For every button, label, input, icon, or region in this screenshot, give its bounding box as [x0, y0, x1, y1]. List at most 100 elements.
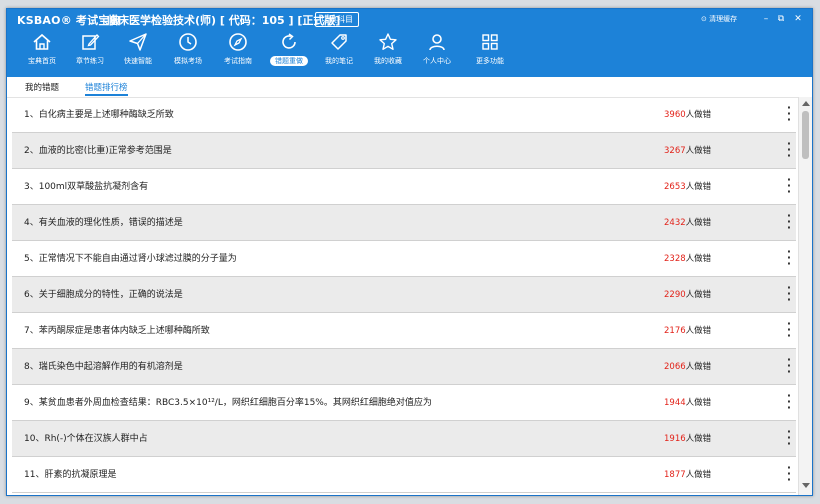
wrong-count: 2328人做错: [664, 252, 711, 264]
wrong-count-number: 2290: [664, 290, 686, 300]
wrong-count: 1916人做错: [664, 432, 711, 444]
more-options-icon[interactable]: · · ·: [786, 282, 792, 305]
more-options-icon[interactable]: · · ·: [786, 354, 792, 377]
question-row[interactable]: 9、某贫血患者外周血检查结果：RBC3.5×10¹²/L，网织红细胞百分率15%…: [12, 385, 796, 421]
more-options-icon[interactable]: · · ·: [786, 390, 792, 413]
more-options-icon[interactable]: · · ·: [786, 462, 792, 485]
refresh-icon: [282, 33, 296, 49]
question-row[interactable]: 4、有关血液的理化性质，错误的描述是 2432人做错 · · ·: [12, 205, 796, 241]
tab-my-wrong[interactable]: 我的错题: [25, 81, 59, 97]
wrong-count: 2653人做错: [664, 180, 711, 192]
more-options-icon[interactable]: · · ·: [786, 174, 792, 197]
more-options-icon[interactable]: · · ·: [786, 246, 792, 269]
question-text: 5、正常情况下不能自由通过肾小球滤过膜的分子量为: [24, 254, 237, 264]
wrong-count-number: 2328: [664, 254, 686, 264]
wrong-count-number: 3267: [664, 146, 686, 156]
more-options-icon[interactable]: · · ·: [786, 102, 792, 125]
question-row[interactable]: 6、关于细胞成分的特性，正确的说法是 2290人做错 · · ·: [12, 277, 796, 313]
more-options-icon[interactable]: · · ·: [786, 318, 792, 341]
nav-label: 考试指南: [224, 57, 252, 65]
wrong-count-suffix: 人做错: [685, 110, 712, 120]
question-row[interactable]: 1、白化病主要是上述哪种酶缺乏所致 3960人做错 · · ·: [12, 97, 796, 133]
more-options-icon[interactable]: · · ·: [786, 210, 792, 233]
nav-home[interactable]: 宝典首页: [17, 29, 67, 77]
nav-label: 我的收藏: [374, 57, 402, 65]
wrong-count: 1944人做错: [664, 396, 711, 408]
course-title: 临床医学检验技术(师) [ 代码：105 ] [正式版]: [107, 14, 341, 27]
nav-personal-center[interactable]: 个人中心: [412, 29, 462, 77]
tab-wrong-ranking[interactable]: 错题排行榜: [85, 81, 128, 96]
restore-icon[interactable]: ⧉: [775, 13, 787, 25]
wrong-count-suffix: 人做错: [685, 290, 712, 300]
wrong-count-suffix: 人做错: [685, 434, 712, 444]
nav-my-favorites[interactable]: 我的收藏: [363, 29, 413, 77]
question-text: 1、白化病主要是上述哪种酶缺乏所致: [24, 110, 174, 120]
question-text: 7、苯丙酮尿症是患者体内缺乏上述哪种酶所致: [24, 326, 210, 336]
nav-label: 更多功能: [476, 57, 504, 65]
scroll-thumb[interactable]: [802, 111, 809, 159]
wrong-count-number: 1877: [664, 470, 686, 480]
wrong-count-suffix: 人做错: [685, 470, 712, 480]
sub-tab-bar: 我的错题 错题排行榜: [7, 77, 812, 98]
wrong-count-suffix: 人做错: [685, 146, 712, 156]
wrong-count-number: 3960: [664, 110, 686, 120]
more-options-icon[interactable]: · · ·: [786, 138, 792, 161]
more-options-icon[interactable]: · · ·: [786, 426, 792, 449]
send-icon: [129, 33, 147, 51]
tag-icon: [331, 34, 347, 50]
main-nav: 宝典首页 章节练习 快速智能 模拟考场 考试指南 错题重做 我的笔记 我的收藏 …: [7, 29, 812, 77]
nav-more[interactable]: 更多功能: [465, 29, 515, 77]
wrong-count-suffix: 人做错: [685, 218, 712, 228]
wrong-count-number: 2066: [664, 362, 686, 372]
nav-label: 错题重做: [270, 56, 308, 66]
scroll-down-icon[interactable]: [802, 483, 810, 488]
wrong-count-number: 2653: [664, 182, 686, 192]
edit-icon: [82, 34, 100, 50]
nav-chapter-practice[interactable]: 章节练习: [65, 29, 115, 77]
question-row[interactable]: 5、正常情况下不能自由通过肾小球滤过膜的分子量为 2328人做错 · · ·: [12, 241, 796, 277]
wrong-count: 2290人做错: [664, 288, 711, 300]
question-row[interactable]: 3、100ml双草酸盐抗凝剂含有 2653人做错 · · ·: [12, 169, 796, 205]
question-row[interactable]: 10、Rh(-)个体在汉族人群中占 1916人做错 · · ·: [12, 421, 796, 457]
nav-exam-guide[interactable]: 考试指南: [213, 29, 263, 77]
wrong-count-suffix: 人做错: [685, 326, 712, 336]
clear-cache-button[interactable]: ⊙ 清理缓存: [701, 14, 737, 24]
switch-subject-button[interactable]: 切换科目: [315, 12, 359, 27]
question-text: 11、肝素的抗凝原理是: [24, 470, 117, 480]
wrong-count-number: 2176: [664, 326, 686, 336]
wrong-count: 3267人做错: [664, 144, 711, 156]
question-text: 8、瑞氏染色中起溶解作用的有机溶剂是: [24, 362, 183, 372]
title-bar: KSBAO® 考试宝典 临床医学检验技术(师) [ 代码：105 ] [正式版]…: [7, 9, 812, 29]
nav-label: 章节练习: [76, 57, 104, 65]
user-icon: [429, 34, 445, 51]
question-text: 10、Rh(-)个体在汉族人群中占: [24, 434, 148, 444]
question-row[interactable]: 8、瑞氏染色中起溶解作用的有机溶剂是 2066人做错 · · ·: [12, 349, 796, 385]
nav-label: 快速智能: [124, 57, 152, 65]
nav-wrong-redo[interactable]: 错题重做: [264, 29, 314, 77]
minimize-icon[interactable]: –: [760, 13, 772, 25]
question-row[interactable]: 7、苯丙酮尿症是患者体内缺乏上述哪种酶所致 2176人做错 · · ·: [12, 313, 796, 349]
nav-mock-exam[interactable]: 模拟考场: [163, 29, 213, 77]
nav-label: 我的笔记: [325, 57, 353, 65]
wrong-count: 2066人做错: [664, 360, 711, 372]
question-text: 3、100ml双草酸盐抗凝剂含有: [24, 182, 149, 192]
grid-icon: [482, 34, 498, 50]
app-window: KSBAO® 考试宝典 临床医学检验技术(师) [ 代码：105 ] [正式版]…: [6, 8, 813, 496]
wrong-count-suffix: 人做错: [685, 182, 712, 192]
nav-label: 模拟考场: [174, 57, 202, 65]
question-row[interactable]: 11、肝素的抗凝原理是 1877人做错 · · ·: [12, 457, 796, 493]
nav-label: 宝典首页: [28, 57, 56, 65]
question-row[interactable]: 2、血液的比密(比重)正常参考范围是 3267人做错 · · ·: [12, 133, 796, 169]
close-icon[interactable]: ✕: [792, 13, 804, 25]
nav-label: 个人中心: [423, 57, 451, 65]
nav-my-notes[interactable]: 我的笔记: [314, 29, 364, 77]
brand-logo: KSBAO® 考试宝典: [17, 14, 121, 27]
wrong-count: 2432人做错: [664, 216, 711, 228]
scrollbar[interactable]: [798, 97, 812, 495]
nav-quick-smart[interactable]: 快速智能: [113, 29, 163, 77]
wrong-count-number: 2432: [664, 218, 686, 228]
wrong-count-suffix: 人做错: [685, 362, 712, 372]
question-text: 4、有关血液的理化性质，错误的描述是: [24, 218, 183, 228]
scroll-up-icon[interactable]: [802, 101, 810, 106]
compass-icon: [229, 33, 247, 51]
